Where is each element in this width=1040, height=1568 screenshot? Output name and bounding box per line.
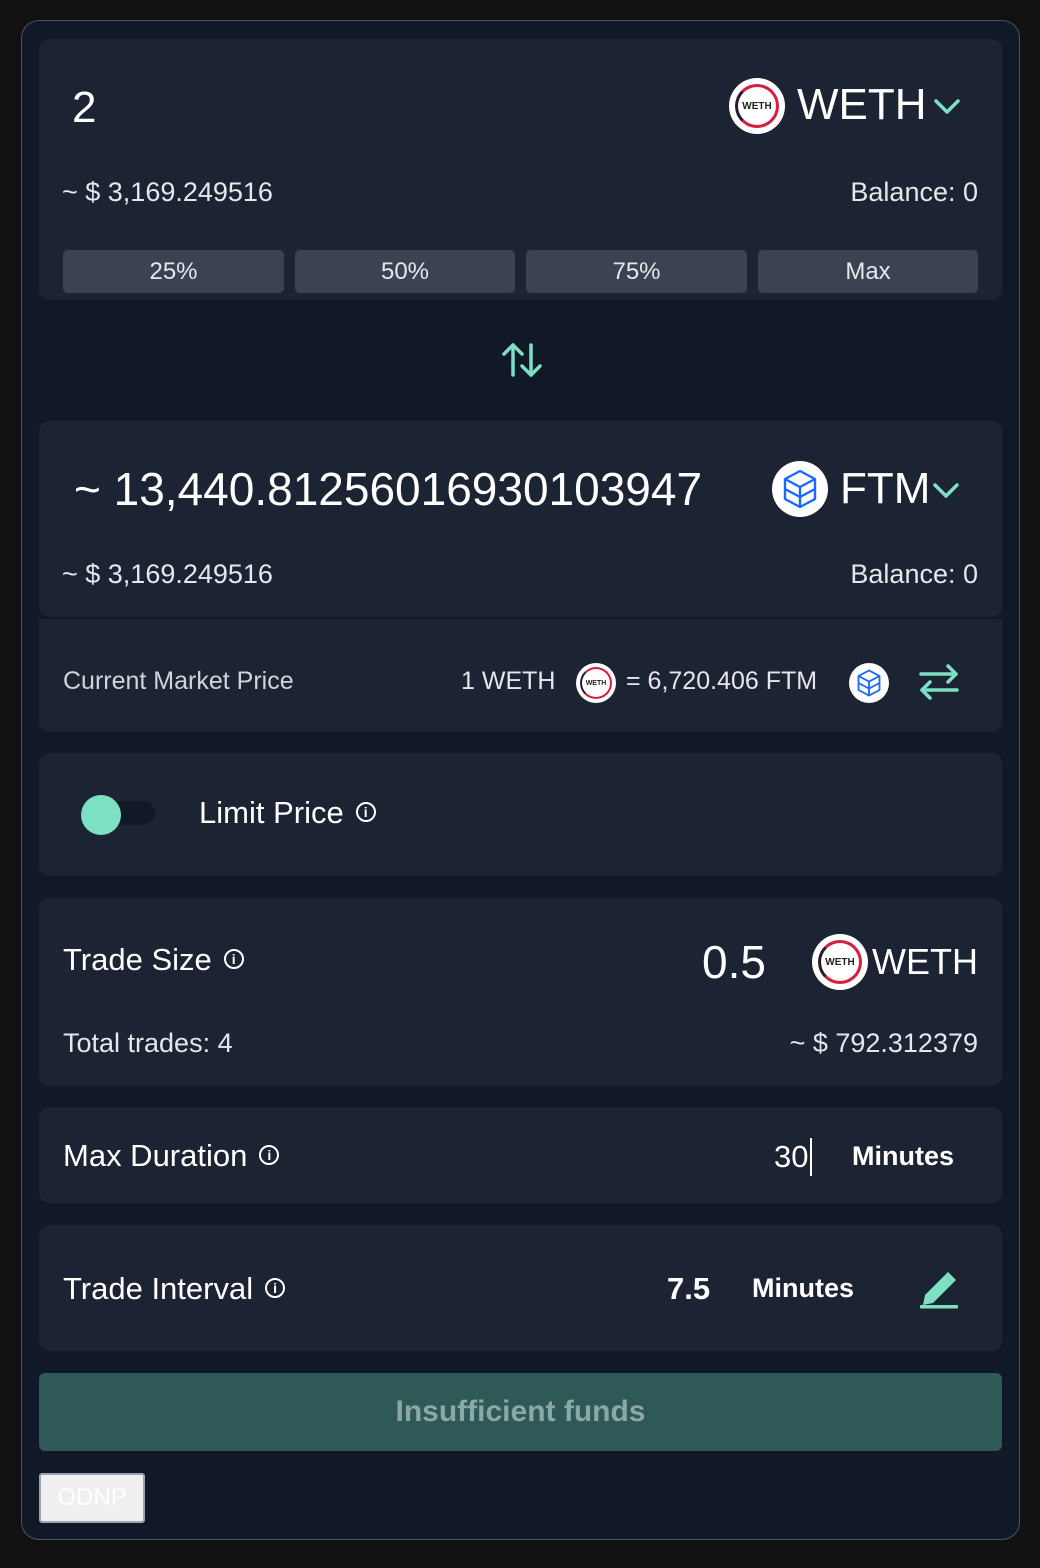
chevron-down-icon[interactable]: [932, 482, 960, 500]
info-icon[interactable]: i: [355, 801, 376, 822]
max-duration-unit: Minutes: [852, 1141, 955, 1171]
market-price-quote: = 6,720.406 FTM: [626, 667, 818, 695]
limit-price-card: Limit Price i: [39, 753, 1002, 876]
from-amount-input[interactable]: 2: [72, 83, 96, 133]
total-trades: Total trades: 4: [63, 1028, 233, 1058]
pct-50-button[interactable]: 50%: [295, 250, 515, 293]
to-token-card: ~ 13,440.81256016930103947 FTM ~ $ 3,169…: [39, 421, 1002, 617]
from-balance: Balance: 0: [850, 177, 978, 207]
trade-size-label: Trade Size: [63, 942, 212, 977]
weth-logo-text: WETH: [818, 940, 862, 984]
ftm-logo-icon: [772, 461, 828, 517]
trade-size-card: Trade Size i 0.5 WETH WETH Total trades: …: [39, 898, 1002, 1086]
to-token-selector[interactable]: FTM: [772, 461, 972, 517]
chevron-down-icon[interactable]: [933, 98, 961, 116]
toggle-knob: [81, 795, 121, 835]
to-usd-value: ~ $ 3,169.249516: [62, 559, 273, 589]
max-duration-label: Max Duration: [63, 1138, 248, 1173]
max-button[interactable]: Max: [758, 250, 978, 293]
trade-interval-label: Trade Interval: [63, 1271, 254, 1306]
pencil-icon[interactable]: [917, 1267, 961, 1309]
from-usd-value: ~ $ 3,169.249516: [62, 177, 273, 207]
from-token-card: 2 WETH WETH ~ $ 3,169.249516 Balance: 0 …: [39, 39, 1002, 300]
to-token-symbol: FTM: [840, 464, 931, 513]
weth-logo-text: WETH: [580, 667, 612, 699]
from-token-selector[interactable]: WETH WETH: [729, 78, 969, 134]
info-icon[interactable]: i: [259, 1144, 280, 1165]
weth-logo-icon: WETH: [576, 663, 616, 703]
trade-size-token: WETH: [872, 941, 978, 982]
market-price-base: 1 WETH: [461, 667, 556, 695]
trade-size-usd: ~ $ 792.312379: [789, 1028, 978, 1058]
weth-logo-text: WETH: [735, 84, 779, 128]
odnp-button[interactable]: ODNP: [39, 1473, 145, 1523]
submit-button[interactable]: Insufficient funds: [39, 1373, 1002, 1451]
weth-logo-icon: WETH: [729, 78, 785, 134]
swap-horizontal-icon[interactable]: [917, 663, 961, 701]
swap-vertical-icon[interactable]: [499, 339, 545, 381]
limit-price-toggle[interactable]: [81, 795, 155, 835]
trade-interval-card: Trade Interval i 7.5 Minutes: [39, 1225, 1002, 1351]
market-price-card: Current Market Price 1 WETH WETH = 6,720…: [39, 619, 1002, 732]
weth-logo-icon: WETH: [812, 934, 868, 990]
info-icon[interactable]: i: [265, 1277, 286, 1298]
odnp-button-label: ODNP: [57, 1484, 127, 1511]
pct-75-button[interactable]: 75%: [526, 250, 747, 293]
swap-widget: 2 WETH WETH ~ $ 3,169.249516 Balance: 0 …: [21, 20, 1020, 1540]
market-price-label: Current Market Price: [63, 667, 294, 695]
submit-button-label: Insufficient funds: [395, 1395, 646, 1428]
limit-price-label: Limit Price: [199, 795, 344, 830]
ftm-logo-icon: [849, 663, 889, 703]
to-balance: Balance: 0: [850, 559, 978, 589]
max-duration-input[interactable]: 30: [774, 1138, 813, 1176]
max-duration-card: Max Duration i 30 Minutes: [39, 1107, 1002, 1203]
trade-interval-value: 7.5: [667, 1271, 711, 1306]
info-icon[interactable]: i: [223, 948, 244, 969]
trade-size-input[interactable]: 0.5: [702, 936, 766, 988]
max-duration-value: 30: [774, 1139, 809, 1174]
pct-25-button[interactable]: 25%: [63, 250, 284, 293]
trade-interval-unit: Minutes: [752, 1273, 855, 1303]
from-token-symbol: WETH: [797, 80, 927, 129]
to-amount-output: ~ 13,440.81256016930103947: [74, 463, 703, 515]
